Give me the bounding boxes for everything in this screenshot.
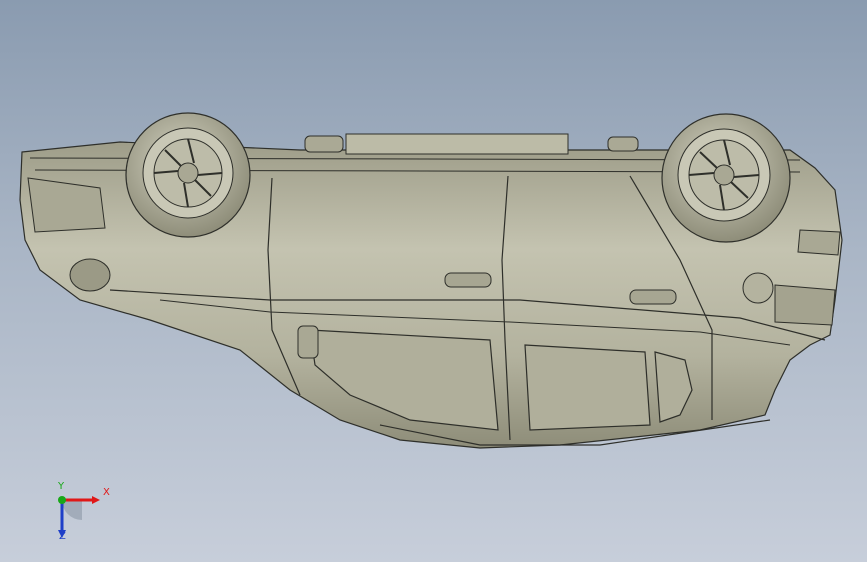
- fuel-cap: [742, 272, 774, 304]
- wheel-rear: [661, 113, 791, 243]
- roof-rail-right: [607, 136, 639, 152]
- z-axis-label: Z: [59, 531, 66, 542]
- rear-bumper: [774, 284, 836, 326]
- door-handle-rear: [629, 289, 677, 305]
- side-mirror: [297, 325, 319, 359]
- window-rear: [524, 344, 651, 431]
- graphics-viewport[interactable]: X Y Z: [0, 0, 867, 562]
- roof-panel: [345, 133, 569, 155]
- y-axis-label: Y: [58, 481, 65, 492]
- x-axis-label: X: [103, 487, 110, 498]
- fog-light: [69, 258, 111, 292]
- door-handle-front: [444, 272, 492, 288]
- wheel-front: [125, 112, 251, 238]
- tail-light: [797, 229, 841, 256]
- roof-rail-left: [304, 135, 344, 153]
- car-model[interactable]: [0, 0, 867, 562]
- coordinate-triad: X Y Z: [48, 482, 118, 546]
